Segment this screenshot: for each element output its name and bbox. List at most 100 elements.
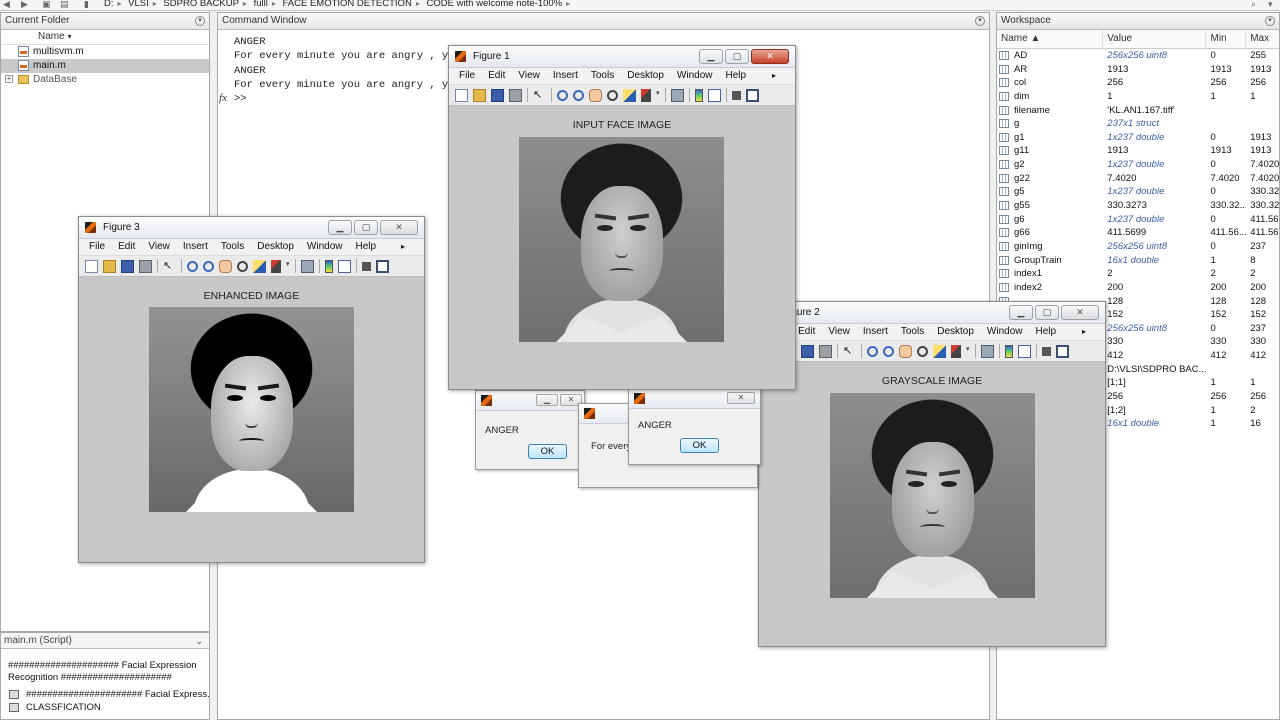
table-row[interactable]: g66 411.5699 411.56...411.56...: [997, 226, 1279, 240]
table-row[interactable]: dim 1 1 1: [997, 90, 1279, 104]
zoom-in-icon[interactable]: [557, 89, 568, 101]
menu-item-file[interactable]: File: [459, 70, 475, 81]
menu-item-window[interactable]: Window: [677, 70, 713, 81]
menu-item-edit[interactable]: Edit: [118, 241, 135, 252]
save-icon[interactable]: [491, 88, 504, 102]
brush-icon[interactable]: [271, 259, 281, 273]
table-row[interactable]: AD 256x256 uint8 0 255: [997, 49, 1279, 63]
menu-item-insert[interactable]: Insert: [863, 326, 888, 337]
table-row[interactable]: g 237x1 struct: [997, 117, 1279, 131]
ok-button[interactable]: OK: [528, 444, 567, 459]
menu-item-insert[interactable]: Insert: [553, 70, 578, 81]
menu-item-help[interactable]: Help: [726, 70, 747, 81]
table-row[interactable]: col 256 256 256: [997, 76, 1279, 90]
dialog-titlebar[interactable]: ▁ ✕: [476, 391, 584, 411]
expand-icon[interactable]: +: [5, 75, 13, 83]
menu-item-desktop[interactable]: Desktop: [627, 70, 664, 81]
hide-plot-tools-icon[interactable]: [362, 261, 371, 271]
up-folder-icon[interactable]: ▣: [42, 0, 51, 10]
menu-item-desktop[interactable]: Desktop: [937, 326, 974, 337]
column-header-name[interactable]: Name ▲: [997, 30, 1104, 48]
minimize-button[interactable]: ▁: [1009, 305, 1033, 320]
table-row[interactable]: index2 200 200 200: [997, 281, 1279, 295]
edit-plot-icon[interactable]: ↖: [843, 345, 856, 358]
table-row[interactable]: index1 2 2 2: [997, 267, 1279, 281]
pan-icon[interactable]: [589, 88, 602, 102]
figure-1-window[interactable]: Figure 1 ▁ ▢ ✕ File Edit View Insert Tools De…: [448, 45, 796, 390]
show-plot-tools-icon[interactable]: [376, 259, 389, 273]
column-header-name[interactable]: Name ▾: [1, 30, 209, 45]
menu-item-tools[interactable]: Tools: [901, 326, 924, 337]
hide-plot-tools-icon[interactable]: [732, 90, 741, 100]
open-file-icon[interactable]: [103, 259, 116, 273]
menu-item-window[interactable]: Window: [307, 241, 343, 252]
menu-item-help[interactable]: Help: [1036, 326, 1057, 337]
minimize-button[interactable]: ▁: [699, 49, 723, 64]
save-icon[interactable]: [121, 259, 134, 273]
brush-dropdown-icon[interactable]: ▾: [966, 345, 970, 358]
print-icon[interactable]: [509, 88, 522, 102]
legend-icon[interactable]: [338, 259, 351, 273]
panel-menu-button[interactable]: ▾: [195, 16, 205, 26]
link-plot-icon[interactable]: [981, 344, 994, 358]
menu-overflow-icon[interactable]: ▸: [772, 68, 776, 84]
menu-item-view[interactable]: View: [148, 241, 170, 252]
new-figure-icon[interactable]: [85, 259, 98, 273]
ok-button[interactable]: OK: [680, 438, 719, 453]
list-item[interactable]: ###################### Facial Express...: [1, 688, 209, 701]
brush-icon[interactable]: [951, 344, 961, 358]
zoom-out-icon[interactable]: [203, 260, 214, 272]
show-plot-tools-icon[interactable]: [1056, 344, 1069, 358]
rotate-3d-icon[interactable]: [607, 89, 618, 101]
list-item[interactable]: CLASSFICATION: [1, 701, 209, 714]
print-icon[interactable]: [139, 259, 152, 273]
menu-item-tools[interactable]: Tools: [221, 241, 244, 252]
menu-overflow-icon[interactable]: ▸: [1082, 324, 1086, 340]
folder-item-database[interactable]: + DataBase: [1, 73, 209, 87]
figure-3-window[interactable]: Figure 3 ▁ ▢ ✕ File Edit View Insert Tools De…: [78, 216, 425, 563]
details-header[interactable]: main.m (Script) ⌄: [1, 633, 209, 649]
panel-menu-button[interactable]: ▾: [1265, 16, 1275, 26]
table-row[interactable]: g2 1x237 double 0 7.4020: [997, 158, 1279, 172]
edit-plot-icon[interactable]: ↖: [533, 89, 546, 102]
table-row[interactable]: g5 1x237 double 0 330.32...: [997, 185, 1279, 199]
file-item-multisvm[interactable]: multisvm.m: [1, 45, 209, 59]
zoom-in-icon[interactable]: [187, 260, 198, 272]
window-titlebar[interactable]: Figure 3 ▁ ▢ ✕: [79, 217, 424, 239]
breadcrumb-item[interactable]: D:: [104, 0, 114, 9]
table-row[interactable]: g11 1913 1913 1913: [997, 144, 1279, 158]
menu-item-edit[interactable]: Edit: [488, 70, 505, 81]
colorbar-icon[interactable]: [325, 259, 333, 273]
data-cursor-icon[interactable]: [253, 259, 266, 273]
menu-item-edit[interactable]: Edit: [798, 326, 815, 337]
figure-2-window[interactable]: Figure 2 ▁ ▢ ✕ FileEditViewInsertToolsDe…: [758, 301, 1106, 647]
table-row[interactable]: g22 7.4020 7.4020 7.4020: [997, 172, 1279, 186]
forward-arrow-icon[interactable]: ▶: [21, 0, 28, 10]
colorbar-icon[interactable]: [1005, 344, 1013, 358]
table-row[interactable]: GroupTrain 16x1 double 1 8: [997, 254, 1279, 268]
column-header-min[interactable]: Min: [1206, 30, 1247, 48]
back-arrow-icon[interactable]: ◀: [3, 0, 10, 10]
close-button[interactable]: ✕: [751, 49, 789, 64]
close-button[interactable]: ✕: [727, 392, 755, 404]
menu-item-help[interactable]: Help: [356, 241, 377, 252]
menu-item-insert[interactable]: Insert: [183, 241, 208, 252]
colorbar-icon[interactable]: [695, 88, 703, 102]
search-icon[interactable]: ⌕: [1251, 0, 1256, 10]
link-plot-icon[interactable]: [301, 259, 314, 273]
close-button[interactable]: ✕: [380, 220, 418, 235]
minimize-button[interactable]: ▁: [536, 394, 558, 406]
window-titlebar[interactable]: Figure 2 ▁ ▢ ✕: [759, 302, 1105, 324]
minimize-button[interactable]: ▁: [328, 220, 352, 235]
breadcrumb-item[interactable]: VLSI: [128, 0, 149, 9]
table-row[interactable]: g1 1x237 double 0 1913: [997, 131, 1279, 145]
menu-item-window[interactable]: Window: [987, 326, 1023, 337]
menu-item-file[interactable]: File: [89, 241, 105, 252]
file-item-main[interactable]: main.m: [1, 59, 209, 73]
table-row[interactable]: filename 'KL.AN1.167.tiff': [997, 104, 1279, 118]
table-row[interactable]: g6 1x237 double 0 411.56...: [997, 213, 1279, 227]
rotate-3d-icon[interactable]: [237, 260, 248, 272]
dialog-titlebar[interactable]: ✕: [629, 389, 760, 409]
message-dialog[interactable]: ✕ ANGER OK: [628, 388, 761, 465]
column-header-value[interactable]: Value: [1103, 30, 1207, 48]
